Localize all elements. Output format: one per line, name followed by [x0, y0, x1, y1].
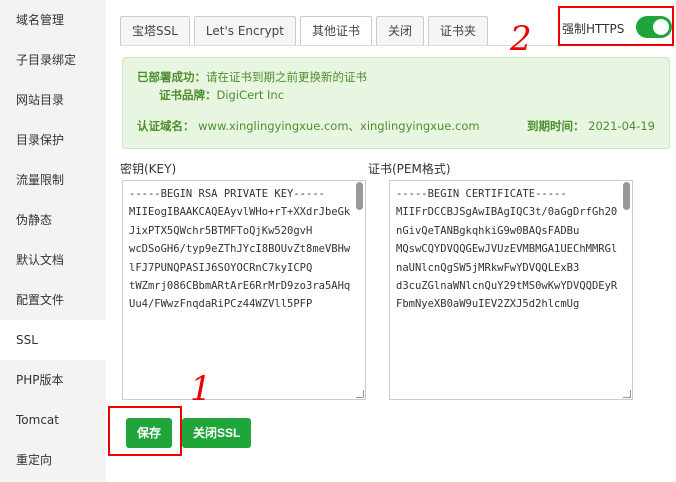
expiry-date: 到期时间： 2021-04-19 [527, 118, 655, 134]
deploy-status: 已部署成功：请在证书到期之前更换新的证书 [137, 68, 655, 86]
expiry-date-label: 到期时间： [527, 119, 585, 133]
sidebar-item-domain-management[interactable]: 域名管理 [0, 0, 106, 40]
sidebar-item-site-directory[interactable]: 网站目录 [0, 80, 106, 120]
certificate-textarea[interactable]: -----BEGIN CERTIFICATE----- MIIFrDCCBJSg… [389, 180, 633, 400]
resize-handle-icon[interactable] [623, 390, 631, 398]
tab-other-certificate[interactable]: 其他证书 [300, 16, 373, 46]
sidebar-item-traffic-limit[interactable]: 流量限制 [0, 160, 106, 200]
sidebar-item-subdirectory-binding[interactable]: 子目录绑定 [0, 40, 106, 80]
resize-handle-icon[interactable] [356, 390, 364, 398]
annotation-box-force-https [558, 6, 674, 46]
tab-baota-ssl[interactable]: 宝塔SSL [120, 16, 190, 46]
certificate-text: -----BEGIN CERTIFICATE----- MIIFrDCCBJSg… [396, 188, 618, 311]
ssl-panel: 宝塔SSL Let's Encrypt 其他证书 关闭 证书夹 强制HTTPS … [106, 0, 676, 482]
annotation-number-one: 1 [190, 369, 212, 409]
tab-close[interactable]: 关闭 [376, 16, 425, 46]
sidebar-item-redirect[interactable]: 重定向 [0, 440, 106, 480]
certificate-brand-label: 证书品牌： [159, 88, 217, 102]
deploy-status-text: 请在证书到期之前更换新的证书 [206, 70, 367, 84]
private-key-textarea[interactable]: -----BEGIN RSA PRIVATE KEY----- MIIEogIB… [122, 180, 366, 400]
annotation-box-save [108, 406, 182, 456]
scroll-thumb[interactable] [623, 182, 630, 210]
sidebar-item-ssl[interactable]: SSL [0, 320, 106, 360]
certificate-brand-value: DigiCert Inc [216, 88, 285, 102]
certified-domains-value: www.xinglingyingxue.com、xinglingyingxue.… [198, 119, 480, 133]
sidebar: 域名管理 子目录绑定 网站目录 目录保护 流量限制 伪静态 默认文档 配置文件 … [0, 0, 106, 482]
tab-certificate-folder[interactable]: 证书夹 [428, 16, 489, 46]
sidebar-item-default-document[interactable]: 默认文档 [0, 240, 106, 280]
sidebar-item-config-file[interactable]: 配置文件 [0, 280, 106, 320]
certified-domains: 认证域名： www.xinglingyingxue.com、xinglingyi… [137, 118, 480, 134]
certificate-scrollbar[interactable] [622, 182, 631, 388]
certified-domains-label: 认证域名： [137, 119, 195, 133]
sidebar-item-directory-protection[interactable]: 目录保护 [0, 120, 106, 160]
scroll-thumb[interactable] [356, 182, 363, 210]
close-ssl-button[interactable]: 关闭SSL [182, 418, 252, 448]
ssl-tabs: 宝塔SSL Let's Encrypt 其他证书 关闭 证书夹 [120, 16, 492, 46]
sidebar-item-php-version[interactable]: PHP版本 [0, 360, 106, 400]
annotation-number-two: 2 [510, 19, 532, 59]
tab-lets-encrypt[interactable]: Let's Encrypt [193, 16, 296, 46]
certificate-brand: 证书品牌：DigiCert Inc [137, 86, 655, 104]
private-key-scrollbar[interactable] [355, 182, 364, 388]
sidebar-item-tomcat[interactable]: Tomcat [0, 400, 106, 440]
key-label: 密钥(KEY) [120, 162, 177, 176]
sidebar-item-rewrite[interactable]: 伪静态 [0, 200, 106, 240]
certificate-label: 证书(PEM格式) [368, 162, 451, 176]
private-key-text: -----BEGIN RSA PRIVATE KEY----- MIIEogIB… [129, 188, 351, 311]
expiry-date-value: 2021-04-19 [588, 119, 655, 133]
certificate-info-box: 已部署成功：请在证书到期之前更换新的证书 证书品牌：DigiCert Inc 认… [122, 57, 670, 149]
deploy-status-label: 已部署成功： [137, 70, 206, 84]
